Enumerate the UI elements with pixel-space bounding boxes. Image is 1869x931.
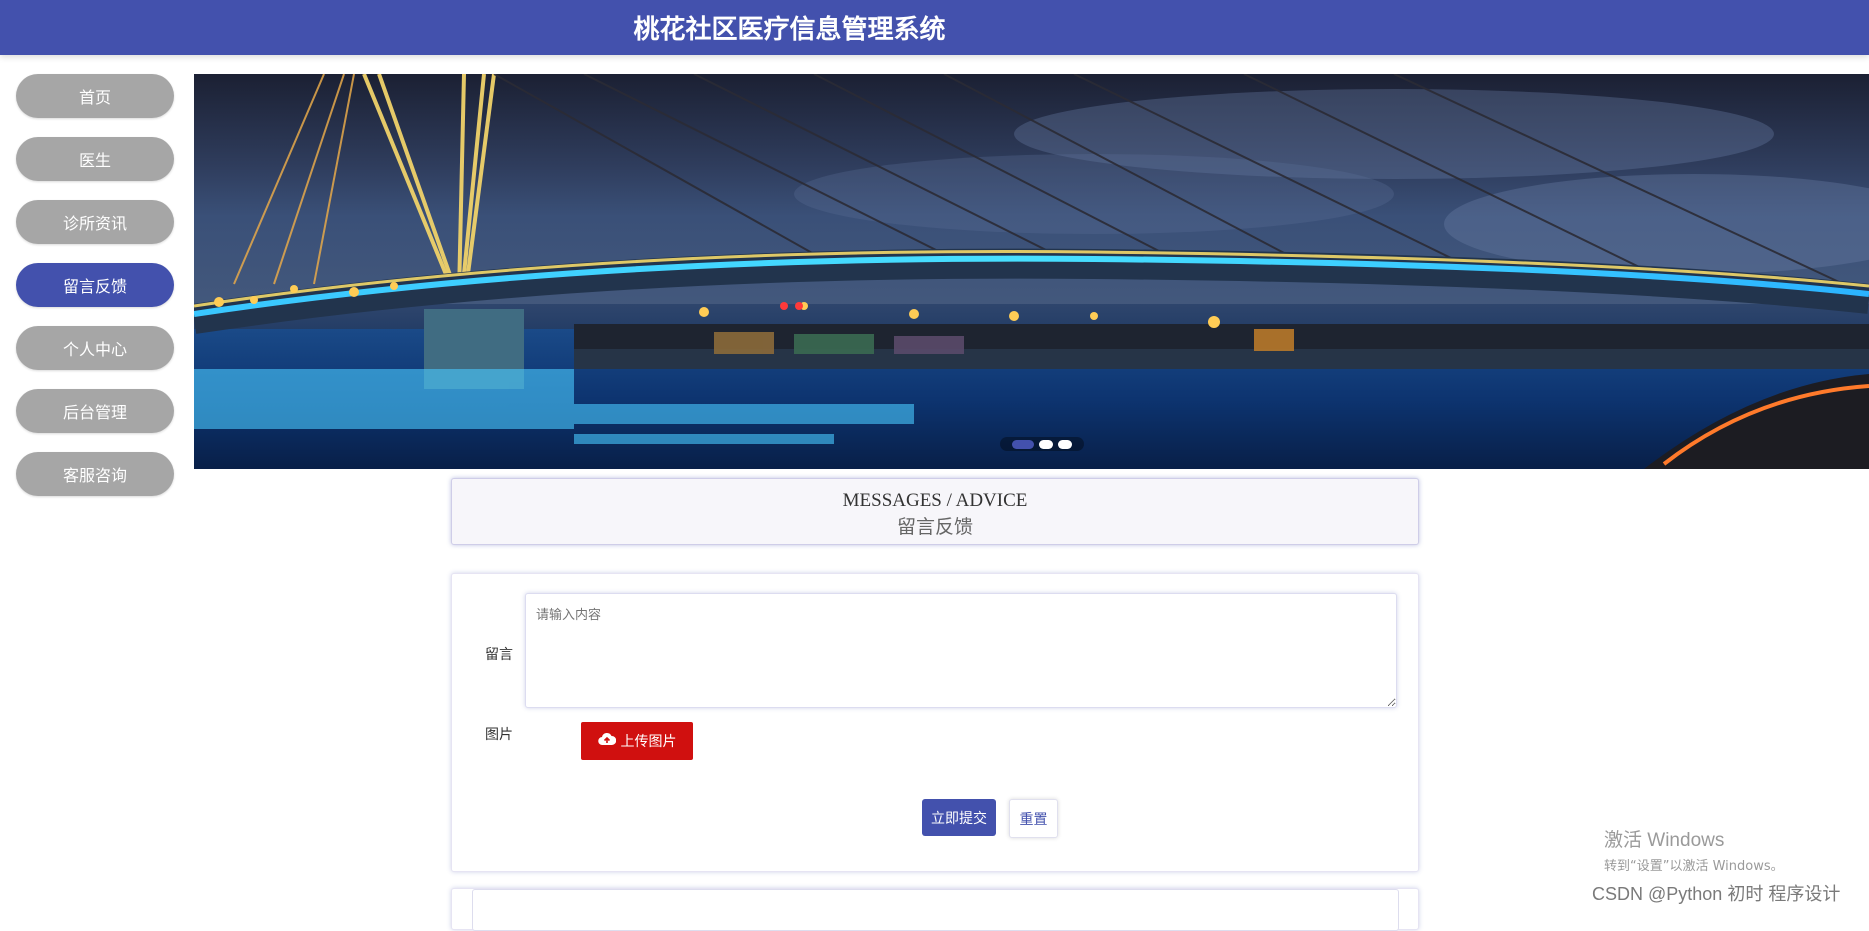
carousel-dot-3[interactable] xyxy=(1058,439,1072,449)
sidebar-item-feedback[interactable]: 留言反馈 xyxy=(16,263,174,307)
submit-button[interactable]: 立即提交 xyxy=(922,799,996,836)
message-label: 留言 xyxy=(485,647,513,663)
carousel-indicators xyxy=(1000,437,1084,451)
banner-carousel[interactable] xyxy=(194,74,1869,469)
upload-image-label: 上传图片 xyxy=(620,734,677,750)
message-list-item xyxy=(472,889,1399,931)
sidebar-item-doctors[interactable]: 医生 xyxy=(16,137,174,181)
section-title-en: MESSAGES / ADVICE xyxy=(842,490,1028,511)
watermark-title: 激活 Windows xyxy=(1604,830,1725,851)
sidebar-item-clinic-news[interactable]: 诊所资讯 xyxy=(16,200,174,244)
message-list xyxy=(451,888,1419,931)
cloud-upload-icon xyxy=(597,732,616,750)
sidebar-item-admin[interactable]: 后台管理 xyxy=(16,389,174,433)
sidebar-item-profile[interactable]: 个人中心 xyxy=(16,326,174,370)
reset-button[interactable]: 重置 xyxy=(1009,799,1058,838)
image-label: 图片 xyxy=(485,727,513,743)
sidebar-item-support[interactable]: 客服咨询 xyxy=(16,452,174,496)
page-title: 桃花社区医疗信息管理系统 xyxy=(633,15,946,45)
sidebar-item-home[interactable]: 首页 xyxy=(16,74,174,118)
bridge-night-image xyxy=(194,74,1869,469)
csdn-credit: CSDN @Python 初时 程序设计 xyxy=(1592,884,1841,904)
feedback-form: 留言 图片 上传图片 立即提交 重置 xyxy=(451,573,1419,872)
sidebar-nav: 首页 医生 诊所资讯 留言反馈 个人中心 后台管理 客服咨询 xyxy=(16,74,176,515)
upload-image-button[interactable]: 上传图片 xyxy=(581,722,693,760)
windows-activation-watermark: 激活 Windows 转到“设置”以激活 Windows。 xyxy=(1604,825,1784,874)
carousel-dot-1[interactable] xyxy=(1012,439,1034,449)
section-title: MESSAGES / ADVICE 留言反馈 xyxy=(451,478,1419,545)
section-title-cn: 留言反馈 xyxy=(896,517,973,538)
carousel-dot-2[interactable] xyxy=(1039,439,1053,449)
watermark-subtitle: 转到“设置”以激活 Windows。 xyxy=(1604,859,1784,874)
message-input[interactable] xyxy=(525,593,1397,708)
app-header: 桃花社区医疗信息管理系统 xyxy=(0,0,1869,55)
